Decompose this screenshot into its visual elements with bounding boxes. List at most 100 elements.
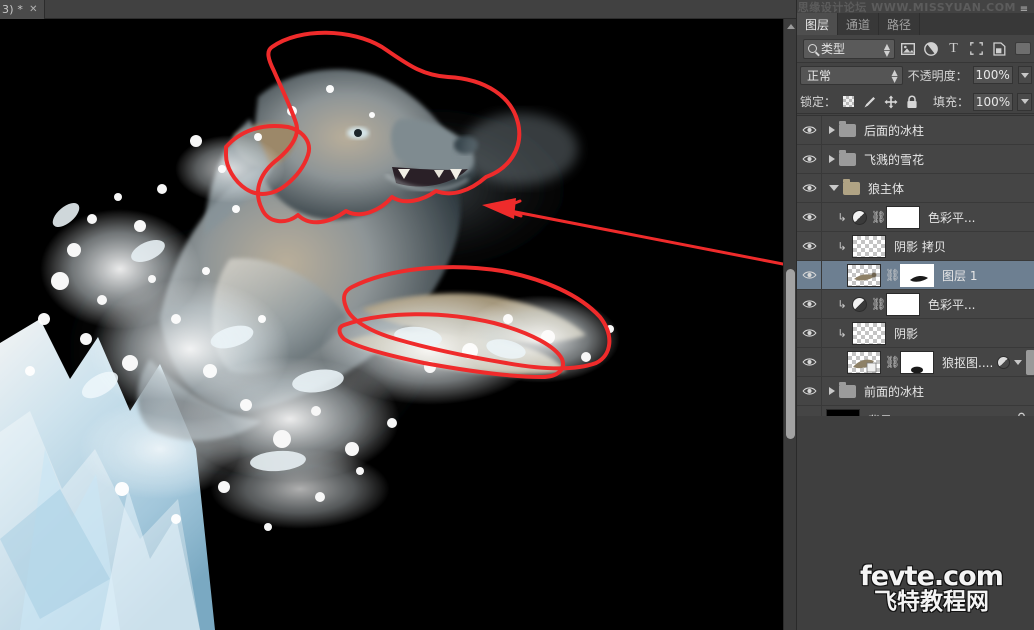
fill-value[interactable]: 100% (973, 92, 1013, 111)
layer-visibility-toggle[interactable] (797, 231, 822, 261)
layer-row-group-splashing-snow[interactable]: 飞溅的雪花 (797, 144, 1034, 174)
layer-mask-thumbnail[interactable] (900, 350, 934, 374)
folder-icon (839, 120, 856, 137)
layer-row-color-balance-2[interactable]: ↳ ⛓ 色彩平... (797, 289, 1034, 319)
chevron-right-icon[interactable] (829, 126, 835, 134)
link-icon[interactable]: ⛓ (885, 268, 900, 282)
layer-row-group-front-icicles[interactable]: 前面的冰柱 (797, 376, 1034, 406)
eye-icon (801, 300, 817, 308)
scrollbar-thumb[interactable] (786, 269, 795, 439)
layer-thumbnail[interactable] (852, 234, 886, 258)
layer-row-body[interactable]: ↳ 阴影 (822, 319, 1034, 348)
adjustment-layer-thumbnail[interactable] (852, 296, 867, 312)
blend-mode-value: 正常 (807, 68, 832, 83)
layer-thumbnail[interactable] (847, 263, 881, 287)
layer-row-body[interactable]: 后面的冰柱 (822, 116, 1034, 145)
filter-kind-dropdown[interactable]: 类型 ▲ ▼ (803, 38, 895, 59)
layer-row-body[interactable]: ↳ ⛓ 色彩平... (822, 203, 1034, 232)
layer-row-body[interactable]: ↳ ⛓ 色彩平... (822, 290, 1034, 319)
layer-visibility-toggle[interactable] (797, 347, 822, 377)
lock-fill-row: 锁定： 填充： 100% (797, 90, 1034, 114)
layer-list[interactable]: 后面的冰柱 飞溅的雪花 狼主体 ↳ ⛓ 色彩平... ↳ 阴影 拷贝 ⛓ 图层 … (797, 115, 1034, 435)
close-icon[interactable]: ✕ (29, 4, 37, 15)
tab-channels[interactable]: 通道 (838, 13, 880, 35)
layer-effects-icon[interactable] (997, 355, 1011, 369)
layer-thumbnail[interactable] (847, 350, 881, 374)
lock-position-icon[interactable] (882, 93, 899, 111)
adjustment-layer-filter-icon[interactable] (920, 38, 941, 60)
eye-icon (801, 126, 817, 134)
layer-row-body[interactable]: ⛓ 图层 1 (822, 261, 1034, 290)
layer-row-body[interactable]: 前面的冰柱 (822, 377, 1034, 406)
layer-mask-thumbnail[interactable] (900, 263, 934, 287)
chevron-right-icon[interactable] (829, 387, 835, 395)
layer-visibility-toggle[interactable] (797, 260, 822, 290)
layer-row-layer-1[interactable]: ⛓ 图层 1 (797, 260, 1034, 290)
layer-visibility-toggle[interactable] (797, 289, 822, 319)
layer-row-body[interactable]: 飞溅的雪花 (822, 145, 1034, 174)
layer-visibility-toggle[interactable] (797, 144, 822, 174)
layer-row-body[interactable]: ↳ 阴影 拷贝 (822, 232, 1034, 261)
lock-image-pixels-icon[interactable] (861, 93, 878, 111)
layer-row-body[interactable]: ⛓ 狼抠图.... (822, 348, 1034, 377)
layer-name: 图层 1 (942, 268, 978, 283)
blend-mode-dropdown[interactable]: 正常 ▲ ▼ (800, 65, 903, 85)
opacity-value[interactable]: 100% (972, 66, 1013, 84)
chevron-down-icon (1020, 72, 1029, 78)
layer-mask-thumbnail[interactable] (886, 205, 920, 229)
folder-icon (839, 149, 856, 166)
document-tab[interactable]: 3) * ✕ (0, 0, 46, 19)
opacity-label: 不透明度： (907, 68, 968, 83)
filter-toggle-switch[interactable] (1012, 38, 1033, 60)
layer-row-wolf-cutout[interactable]: ⛓ 狼抠图.... (797, 347, 1034, 377)
chevron-updown-icon: ▲ ▼ (883, 41, 890, 58)
layer-row-group-wolf-main[interactable]: 狼主体 (797, 173, 1034, 203)
pixel-layer-filter-icon[interactable] (897, 38, 918, 60)
eye-icon (801, 155, 817, 163)
layer-visibility-toggle[interactable] (797, 318, 822, 348)
layer-mask-thumbnail[interactable] (886, 292, 920, 316)
layer-visibility-toggle[interactable] (797, 115, 822, 145)
layers-panel: 思缘设计论坛 WWW.MISSYUAN.COM ≡ 图层 通道 路径 类型 ▲ ▼ (796, 0, 1034, 630)
adjustment-layer-thumbnail[interactable] (852, 209, 867, 225)
layer-visibility-toggle[interactable] (797, 202, 822, 232)
fill-slider-button[interactable] (1017, 92, 1032, 111)
link-icon[interactable]: ⛓ (885, 355, 900, 369)
chevron-down-icon (1020, 99, 1029, 104)
lock-transparent-pixels-icon[interactable] (840, 93, 857, 111)
tab-paths[interactable]: 路径 (879, 13, 921, 35)
link-icon[interactable]: ⛓ (871, 210, 886, 224)
type-layer-filter-icon[interactable]: T (943, 38, 964, 60)
layer-row-shadow-copy[interactable]: ↳ 阴影 拷贝 (797, 231, 1034, 261)
canvas-vertical-scrollbar[interactable] (783, 19, 796, 630)
layer-visibility-toggle[interactable] (797, 173, 822, 203)
chevron-down-icon[interactable] (1014, 359, 1023, 365)
panel-empty-area: fevte.com 飞特教程网 (797, 416, 1034, 630)
layer-row-body[interactable]: 狼主体 (822, 174, 1034, 203)
clipping-mask-icon: ↳ (837, 297, 847, 311)
layer-list-scrollbar-thumb[interactable] (1026, 350, 1034, 375)
document-tab-title: 3) * (2, 3, 24, 16)
layer-visibility-toggle[interactable] (797, 376, 822, 406)
fill-label: 填充： (932, 95, 969, 109)
tab-layers[interactable]: 图层 (797, 13, 839, 35)
smart-object-filter-icon[interactable] (989, 38, 1010, 60)
eye-icon (801, 358, 817, 366)
link-icon[interactable]: ⛓ (871, 297, 886, 311)
lock-all-icon[interactable] (903, 93, 920, 111)
layer-row-color-balance-1[interactable]: ↳ ⛓ 色彩平... (797, 202, 1034, 232)
opacity-slider-button[interactable] (1017, 66, 1032, 84)
shape-layer-filter-icon[interactable] (966, 38, 987, 60)
layer-row-shadow[interactable]: ↳ 阴影 (797, 318, 1034, 348)
chevron-right-icon[interactable] (829, 155, 835, 163)
clipping-mask-icon: ↳ (837, 326, 847, 340)
scroll-up-arrow-icon[interactable] (787, 24, 795, 29)
chevron-updown-icon: ▲ ▼ (891, 67, 898, 84)
chevron-down-icon[interactable] (829, 185, 839, 191)
layer-thumbnail[interactable] (852, 321, 886, 345)
eye-icon (801, 184, 817, 192)
canvas[interactable] (0, 19, 783, 630)
document-area: 3) * ✕ (0, 0, 796, 630)
panel-tab-bar: 图层 通道 路径 (797, 13, 1034, 35)
layer-row-group-back-icicles[interactable]: 后面的冰柱 (797, 115, 1034, 145)
